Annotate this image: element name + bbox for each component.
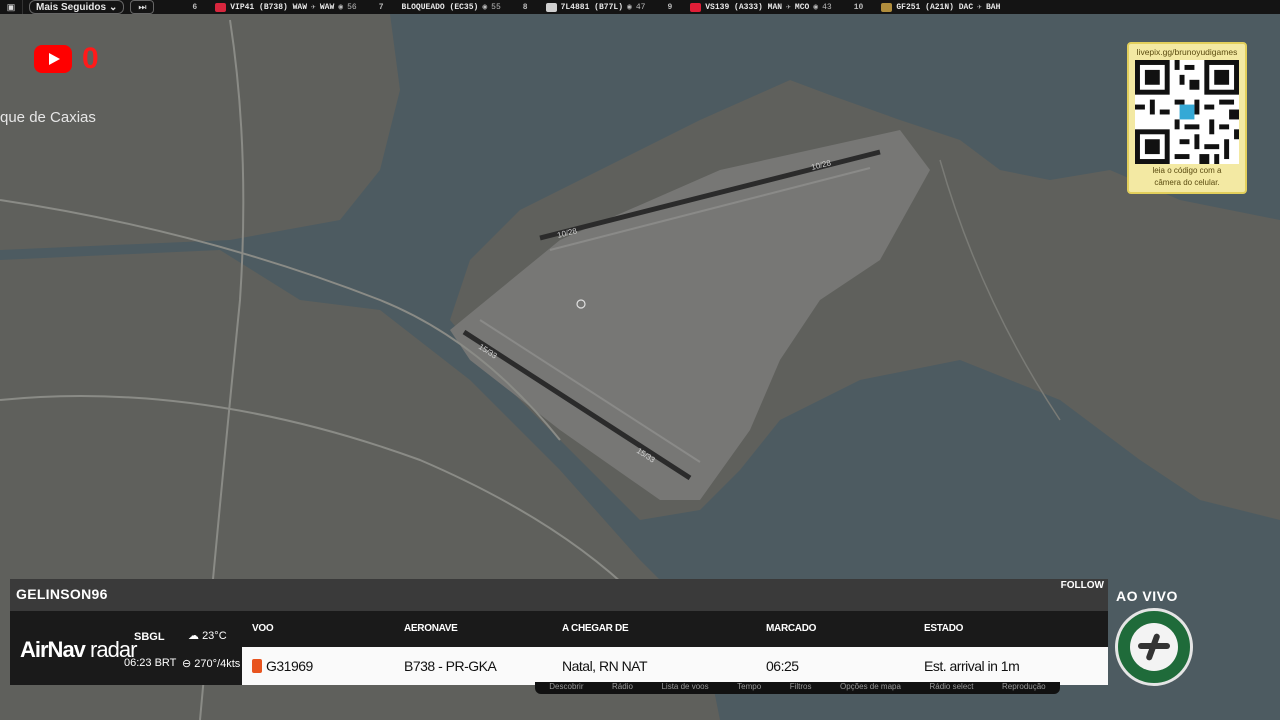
- toolbar-item[interactable]: Reprodução: [1002, 682, 1046, 694]
- wind-icon: ⊖: [182, 658, 192, 670]
- ticker-item[interactable]: 8 7L4881 (B77L) ◉ 47: [523, 2, 645, 12]
- username: GELINSON96: [16, 586, 108, 602]
- eye-icon: ◉: [627, 3, 632, 12]
- weather-wind: ⊖ 270°/4kts: [182, 658, 241, 670]
- cell-aircraft: B738 - PR-GKA: [404, 658, 497, 674]
- ticker-item[interactable]: 7 BLOQUEADO (EC35) ◉ 55: [379, 2, 501, 13]
- airline-logo-icon: [252, 659, 262, 673]
- follow-button[interactable]: FOLLOW: [1061, 580, 1104, 591]
- airnav-logo: AirNav radar: [20, 637, 137, 662]
- plane-arrow-icon: ✈: [786, 3, 791, 12]
- cell-flight: G31969: [266, 658, 313, 674]
- eye-icon: ◉: [338, 3, 344, 12]
- toolbar-item[interactable]: Descobrir: [549, 682, 583, 694]
- qr-caption-line: leia o código com a: [1152, 166, 1222, 175]
- header-status: ESTADO: [924, 623, 964, 634]
- ticker-item[interactable]: 9 VS139 (A333) MAN ✈ MCO ◉ 43: [667, 2, 832, 12]
- cell-scheduled: 06:25: [766, 658, 799, 674]
- toolbar-item[interactable]: Filtros: [790, 682, 812, 694]
- qr-url: livepix.gg/brunoyudigames: [1136, 47, 1238, 57]
- toolbar-item[interactable]: Tempo: [737, 682, 761, 694]
- plane-arrow-icon: ✈: [311, 3, 316, 12]
- most-followed-select[interactable]: Mais Seguidos ⌄: [29, 0, 125, 14]
- airline-logo-icon: [881, 2, 893, 12]
- window-icon[interactable]: ▣: [0, 0, 23, 14]
- youtube-icon: [34, 45, 72, 73]
- top-ticker: ▣ Mais Seguidos ⌄ ⏭ 6 VIP41 (B738) WAW ✈…: [0, 0, 1280, 14]
- qr-caption-line: câmera do celular.: [1154, 178, 1220, 187]
- local-time: 06:23 BRT: [124, 657, 177, 669]
- toolbar-item[interactable]: Opções de mapa: [840, 682, 901, 694]
- header-scheduled: MARCADO: [766, 623, 817, 634]
- place-label: que de Caxias: [0, 109, 96, 126]
- panel-body: AirNav radar SBGL 06:23 BRT ☁ 23°C ⊖ 270…: [10, 611, 1108, 685]
- cell-status: Est. arrival in 1m: [924, 658, 1020, 674]
- ticker-item[interactable]: 10 GF251 (A21N) DAC ✈ BAH: [854, 2, 1000, 12]
- channel-badge-icon: [1115, 608, 1193, 686]
- toolbar-item[interactable]: Rádio: [612, 682, 633, 694]
- bottom-toolbar: Descobrir Rádio Lista de voos Tempo Filt…: [535, 682, 1060, 694]
- youtube-widget: 0: [34, 42, 99, 76]
- airport-code: SBGL: [134, 631, 165, 643]
- cloud-icon: ☁: [188, 630, 199, 642]
- qr-code-icon: [1135, 60, 1239, 164]
- qr-donation-box: livepix.gg/brunoyudigames leia o código …: [1127, 42, 1247, 194]
- live-label: AO VIVO: [1116, 588, 1178, 604]
- header-arriving-from: A CHEGAR DE: [562, 623, 629, 634]
- skip-next-icon[interactable]: ⏭: [130, 0, 155, 14]
- eye-icon: ◉: [482, 3, 488, 12]
- eye-icon: ◉: [813, 3, 819, 12]
- ticker-item[interactable]: 6 VIP41 (B738) WAW ✈ WAW ◉ 56: [192, 2, 357, 12]
- weather-temp: ☁ 23°C: [188, 630, 227, 642]
- airline-logo-icon: [690, 2, 702, 12]
- youtube-count: 0: [82, 42, 99, 75]
- airline-logo-icon: [545, 2, 557, 12]
- cell-arriving-from: Natal, RN NAT: [562, 658, 648, 674]
- toolbar-item[interactable]: Lista de voos: [661, 682, 708, 694]
- airline-logo-icon: [215, 2, 227, 12]
- flight-panel: GELINSON96 FOLLOW AirNav radar SBGL 06:2…: [10, 579, 1108, 685]
- header-aircraft: AERONAVE: [404, 623, 458, 634]
- toolbar-item[interactable]: Rádio select: [929, 682, 973, 694]
- header-flight: VOO: [252, 623, 274, 634]
- chevron-down-icon: ⌄: [109, 1, 118, 13]
- panel-header: GELINSON96 FOLLOW: [10, 579, 1108, 611]
- plane-arrow-icon: ✈: [977, 3, 982, 12]
- most-followed-label: Mais Seguidos: [36, 1, 107, 13]
- table-row[interactable]: G31969 B738 - PR-GKA Natal, RN NAT 06:25…: [242, 647, 1108, 685]
